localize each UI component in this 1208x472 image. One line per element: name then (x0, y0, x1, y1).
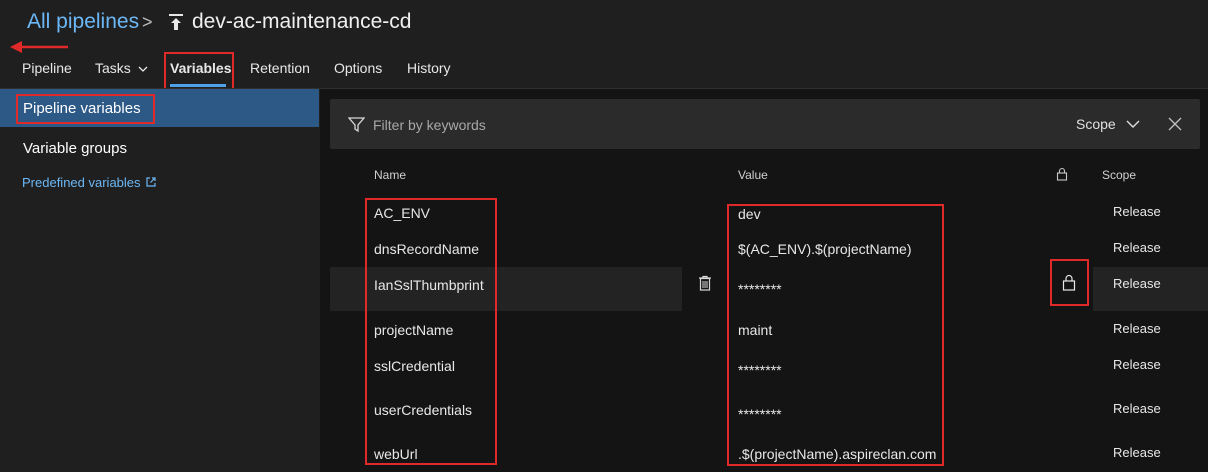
lock-icon[interactable] (1062, 274, 1076, 291)
variable-name[interactable]: IanSslThumbprint (374, 277, 484, 293)
release-pipeline-icon (169, 14, 183, 30)
variable-name[interactable]: projectName (374, 322, 453, 338)
variable-scope[interactable]: Release (1113, 240, 1161, 255)
variable-value[interactable]: ******** (738, 406, 782, 422)
variable-value[interactable]: $(AC_ENV).$(projectName) (738, 241, 912, 257)
filter-icon (348, 117, 365, 133)
tab-options[interactable]: Options (334, 60, 382, 76)
tab-tasks[interactable]: Tasks (95, 60, 148, 76)
variable-name[interactable]: sslCredential (374, 358, 455, 374)
variable-scope[interactable]: Release (1113, 357, 1161, 372)
variable-value[interactable]: ******** (738, 362, 782, 378)
variable-scope[interactable]: Release (1113, 321, 1161, 336)
external-link-icon (146, 177, 156, 187)
close-icon[interactable] (1168, 117, 1182, 131)
tab-variables[interactable]: Variables (170, 60, 232, 76)
variable-value[interactable]: dev (738, 206, 761, 222)
sidebar-item-variable-groups[interactable]: Variable groups (23, 140, 127, 157)
scope-dropdown-label: Scope (1076, 116, 1116, 132)
sidebar-item-pipeline-variables-label[interactable]: Pipeline variables (23, 100, 141, 117)
pipeline-title: dev-ac-maintenance-cd (192, 10, 412, 33)
variable-scope[interactable]: Release (1113, 204, 1161, 219)
scope-dropdown[interactable]: Scope (1076, 116, 1140, 132)
tab-retention[interactable]: Retention (250, 60, 310, 76)
variable-scope[interactable]: Release (1113, 445, 1161, 460)
chevron-down-icon (138, 66, 148, 72)
back-arrow-annotation (10, 41, 68, 53)
predefined-variables-link[interactable]: Predefined variables (22, 175, 156, 190)
column-header-name: Name (374, 168, 407, 182)
variable-name[interactable]: userCredentials (374, 402, 472, 418)
variable-name[interactable]: dnsRecordName (374, 241, 479, 257)
column-header-value: Value (738, 168, 768, 182)
variable-value[interactable]: .$(projectName).aspireclan.com (738, 446, 936, 462)
variable-name[interactable]: webUrl (374, 446, 418, 462)
delete-icon[interactable] (698, 275, 712, 291)
filter-input[interactable]: Filter by keywords (373, 117, 486, 133)
variable-scope[interactable]: Release (1113, 276, 1161, 291)
tab-tasks-label: Tasks (95, 60, 131, 76)
predefined-variables-label: Predefined variables (22, 175, 141, 190)
tab-history[interactable]: History (407, 60, 451, 76)
variable-value[interactable]: maint (738, 322, 772, 338)
variable-name[interactable]: AC_ENV (374, 205, 430, 221)
variable-value[interactable]: ******** (738, 281, 782, 297)
variable-scope[interactable]: Release (1113, 401, 1161, 416)
active-tab-indicator (170, 84, 226, 87)
all-pipelines-link[interactable]: All pipelines (27, 10, 139, 34)
tab-pipeline[interactable]: Pipeline (22, 60, 72, 76)
chevron-down-icon (1126, 120, 1140, 128)
breadcrumb-separator: > (142, 12, 153, 32)
lock-icon (1056, 167, 1068, 181)
column-header-scope: Scope (1102, 168, 1137, 182)
